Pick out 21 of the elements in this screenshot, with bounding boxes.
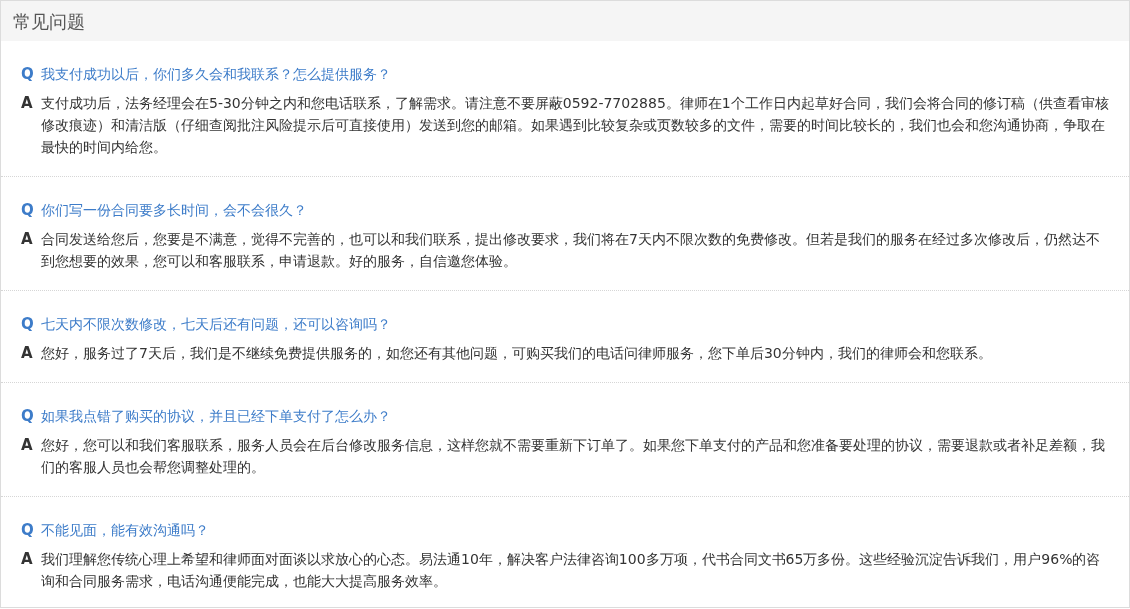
answer-mark: A <box>21 435 33 456</box>
question-text: 你们写一份合同要多长时间，会不会很久？ <box>41 200 307 220</box>
panel-title: 常见问题 <box>13 9 85 34</box>
answer-text: 合同发送给您后，您要是不满意，觉得不完善的，也可以和我们联系，提出修改要求，我们将在7天内不限次数的免费修改。但若是我们的服务在经过多次修改后，仍然达不到您想要的效果，您可以和客服联系，申请退款。好的服务，自信邀您体验。 <box>41 230 1101 271</box>
answer-text: 支付成功后，法务经理会在5-30分钟之内和您电话联系，了解需求。请注意不要屏蔽0592-7702885。律师在1个工作日内起草好合同，我们会将合同的修订稿（供查看审核修改痕迹）和清洁版（仔细查阅批注风险提示后可直接使用）发送到您的邮箱。如果遇到比较复杂或页数较多的文件，需要的时间比较长的，我们也会和您沟通协商，争取在最快的时间内给您。 <box>41 94 1109 157</box>
answer-text: 您好，您可以和我们客服联系，服务人员会在后台修改服务信息，这样您就不需要重新下订单了。如果您下单支付的产品和您准备要处理的协议，需要退款或者补足差额，我们的客服人员也会帮您调整处理的。 <box>41 436 1106 477</box>
answer-text: 您好，服务过了7天后，我们是不继续免费提供服务的，如您还有其他问题，可购买我们的电话问律师服务，您下单后30分钟内，我们的律师会和您联系。 <box>41 344 992 363</box>
answer-mark: A <box>21 93 33 114</box>
question-text: 如果我点错了购买的协议，并且已经下单支付了怎么办？ <box>41 406 391 426</box>
answer-text: 我们理解您传统心理上希望和律师面对面谈以求放心的心态。易法通10年，解决客户法律咨询100多万项，代书合同文书65万多份。这些经验沉淀告诉我们，用户96%的咨询和合同服务需求，电话沟通便能完成，也能大大提高服务效率。 <box>41 550 1102 591</box>
answer-mark: A <box>21 343 33 364</box>
question-mark: Q <box>21 405 33 427</box>
question-text: 七天内不限次数修改，七天后还有问题，还可以咨询吗？ <box>41 314 391 334</box>
question-mark: Q <box>21 63 33 85</box>
answer-mark: A <box>21 549 33 570</box>
question-text: 我支付成功以后，你们多久会和我联系？怎么提供服务？ <box>41 64 391 84</box>
question-text: 不能见面，能有效沟通吗？ <box>41 520 209 540</box>
question-mark: Q <box>21 199 33 221</box>
question-mark: Q <box>21 313 33 335</box>
answer-mark: A <box>21 229 33 250</box>
question-mark: Q <box>21 519 33 541</box>
